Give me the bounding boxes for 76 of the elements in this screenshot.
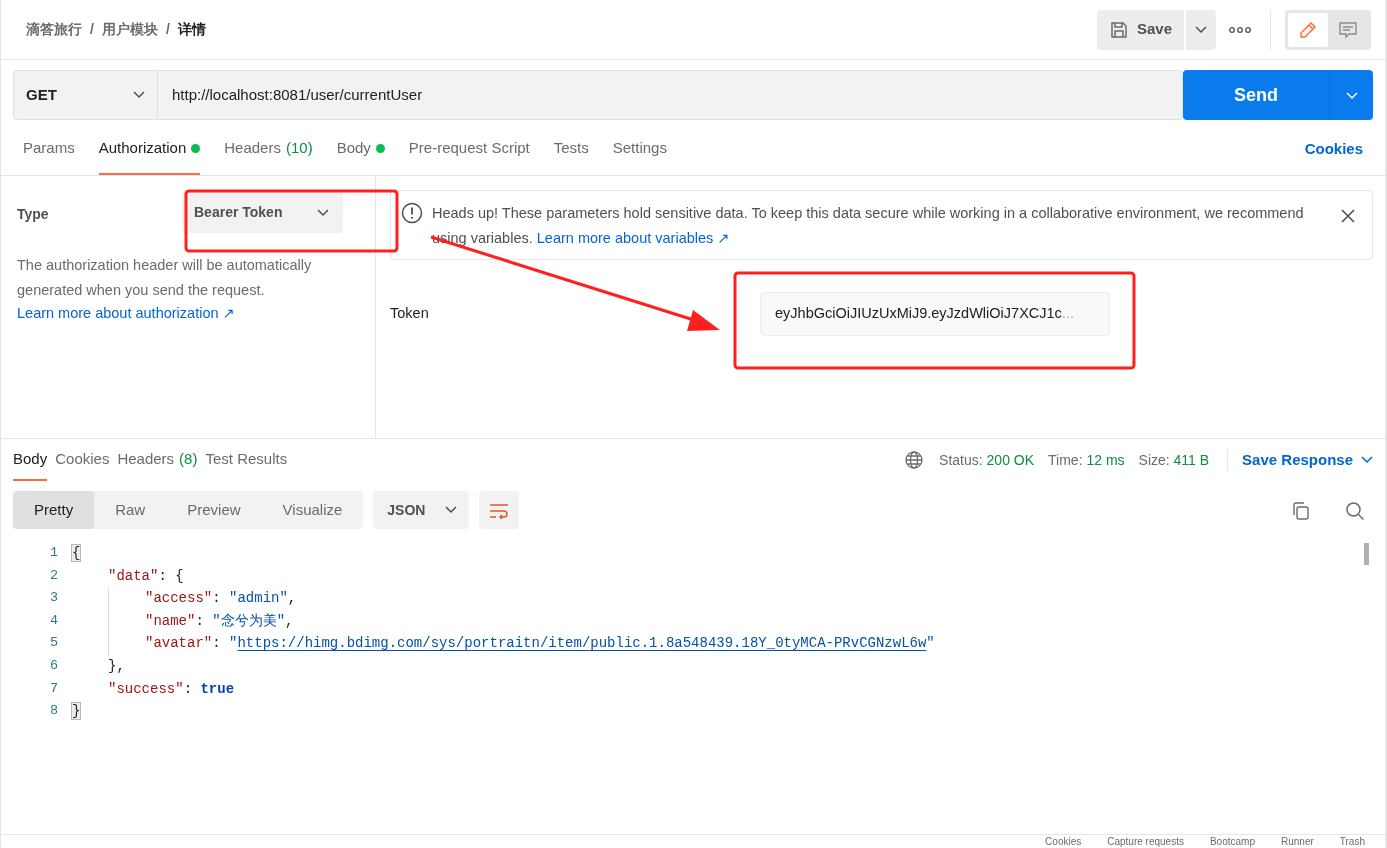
- type-label: Type: [17, 205, 49, 224]
- caret-icon: [317, 208, 329, 217]
- code-line: "success": true: [108, 679, 235, 699]
- method-select[interactable]: GET: [13, 70, 158, 120]
- code-line: "name": "念兮为美",: [145, 611, 294, 631]
- close-icon: [1340, 208, 1356, 225]
- line-number: 8: [48, 702, 59, 721]
- info-icon: [401, 202, 423, 224]
- view-mode-tab[interactable]: Preview: [166, 491, 262, 529]
- format-select[interactable]: JSON: [373, 491, 470, 529]
- caret-icon: [1195, 26, 1207, 35]
- auth-type-select[interactable]: Bearer Token: [182, 192, 343, 233]
- globe-icon[interactable]: [905, 451, 924, 469]
- footer-link[interactable]: Cookies: [1045, 834, 1082, 848]
- comment-icon: [1338, 20, 1358, 41]
- response-tab[interactable]: Test Results: [205, 439, 288, 481]
- code-line: "data": {: [108, 566, 184, 586]
- response-tab[interactable]: Body: [13, 439, 48, 481]
- save-response-button[interactable]: Save Response: [1227, 448, 1373, 472]
- line-number: 3: [48, 589, 59, 608]
- response-tab[interactable]: Headers (8): [117, 439, 198, 481]
- response-stat: Status: 200 OK: [939, 450, 1035, 470]
- request-tab[interactable]: Headers (10): [224, 124, 313, 175]
- copy-icon: [1291, 500, 1311, 521]
- request-tab[interactable]: Settings: [612, 124, 667, 175]
- line-number: 6: [48, 656, 59, 675]
- footer-link[interactable]: Runner: [1281, 834, 1314, 848]
- edit-button[interactable]: [1288, 12, 1328, 47]
- learn-more-link[interactable]: Learn more about authorization ↗: [17, 305, 235, 321]
- caret-icon: [1345, 91, 1358, 100]
- search-icon: [1345, 500, 1365, 521]
- save-icon: [1108, 19, 1129, 40]
- request-tab[interactable]: Body: [336, 124, 385, 175]
- breadcrumb-item[interactable]: 详情: [177, 19, 206, 40]
- response-tab[interactable]: Cookies: [55, 439, 110, 481]
- save-button[interactable]: Save: [1096, 9, 1184, 50]
- line-number: 1: [48, 544, 59, 562]
- code-line: "avatar": "https://himg.bdimg.com/sys/portraitn/item/public.1.8a548439.18Y_0tyMCA-PRvCGNzwL6w": [145, 634, 935, 654]
- learn-more-link[interactable]: Learn more about variables ↗: [536, 230, 730, 246]
- code-line: "access": "admin",: [145, 589, 297, 609]
- breadcrumb-separator: /: [165, 20, 170, 39]
- breadcrumb-item[interactable]: 用户模块: [101, 19, 158, 40]
- token-field[interactable]: eyJhbGciOiJIUzUxMiJ9.eyJzdWliOiJ7XCJ1c...: [760, 292, 1110, 336]
- url-field[interactable]: http://localhost:8081/user/currentUser: [158, 70, 1183, 120]
- request-tab[interactable]: Authorization: [98, 124, 201, 175]
- view-mode-tab[interactable]: Pretty: [13, 491, 95, 529]
- auth-description: The authorization header will be automatically generated when you send the request.: [17, 256, 313, 300]
- line-number: 2: [48, 566, 59, 585]
- caret-icon: [445, 506, 458, 514]
- token-label: Token: [390, 304, 430, 324]
- view-mode-tab[interactable]: Raw: [94, 491, 167, 529]
- cookies-link[interactable]: Cookies: [1304, 138, 1363, 161]
- line-number: 7: [48, 679, 59, 698]
- footer-link[interactable]: Capture requests: [1107, 834, 1184, 848]
- pencil-icon: [1298, 20, 1318, 41]
- send-button[interactable]: Send: [1183, 70, 1329, 120]
- request-tab[interactable]: Params: [23, 124, 75, 175]
- footer-link[interactable]: Trash: [1339, 834, 1365, 848]
- line-number: 4: [48, 611, 59, 630]
- response-stat: Time: 12 ms: [1048, 450, 1125, 470]
- line-number: 5: [48, 634, 59, 653]
- scrollbar-thumb[interactable]: [1364, 543, 1369, 565]
- request-tab[interactable]: Tests: [553, 124, 589, 175]
- caret-icon: [133, 91, 145, 99]
- breadcrumb-item[interactable]: 滴答旅行: [26, 19, 82, 40]
- save-options-button[interactable]: [1186, 9, 1216, 50]
- view-mode-tab[interactable]: Visualize: [261, 491, 364, 529]
- response-stat: Size: 411 B: [1138, 450, 1210, 470]
- code-line: },: [108, 656, 125, 676]
- footer-link[interactable]: Bootcamp: [1209, 834, 1255, 848]
- wrap-icon: [489, 502, 510, 519]
- more-icon: [1229, 27, 1251, 34]
- caret-icon: [1361, 456, 1373, 464]
- wrap-lines-button[interactable]: [479, 491, 520, 529]
- breadcrumb-separator: /: [90, 20, 94, 39]
- request-tab[interactable]: Pre-request Script: [408, 124, 530, 175]
